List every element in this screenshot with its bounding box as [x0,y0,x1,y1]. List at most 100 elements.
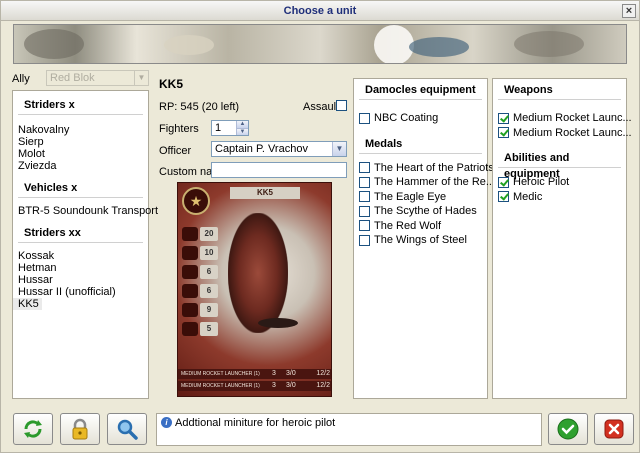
unit-list-item[interactable]: Sierp [13,136,148,148]
assault-checkbox[interactable] [336,100,347,111]
checkbox[interactable] [359,176,370,188]
checkbox[interactable] [498,176,509,188]
stat-icon [182,227,198,241]
title-bar: Choose a unit × [1,1,639,21]
spin-buttons[interactable]: ▲ ▼ [236,121,248,135]
ability-item[interactable]: Medic [493,190,626,205]
card-weapon-v1: 3 [272,370,276,377]
damocles-title: Damocles equipment [365,84,476,96]
checkbox-label: The Wings of Steel [374,234,467,247]
unit-name: KK5 [159,77,184,91]
info-icon: i [161,417,172,428]
stat-value: 6 [200,284,218,298]
choose-unit-window: Choose a unit × Ally Red Blok ▼ Striders… [0,0,640,453]
custom-name-input[interactable] [211,162,347,178]
ally-label: Ally [12,73,30,85]
cancel-button[interactable] [594,413,634,445]
fighters-value: 1 [215,122,222,134]
stat-icon [182,246,198,260]
unit-list-item[interactable]: KK5 [13,298,42,310]
checkbox[interactable] [498,112,509,124]
card-name: KK5 [230,187,300,199]
checkbox[interactable] [498,191,509,203]
stat-value: 6 [200,265,218,279]
strider-figure [228,213,288,333]
checkbox[interactable] [359,205,370,217]
stat-value: 5 [200,322,218,336]
ability-item[interactable]: Heroic Pilot [493,175,626,190]
refresh-icon [24,420,42,438]
checkbox-label: The Scythe of Hades [374,205,477,218]
unit-list-item[interactable]: Zviezda [13,160,148,172]
close-icon[interactable]: × [622,4,636,18]
ally-value: Red Blok [50,72,95,84]
medal-item[interactable]: The Red Wolf [354,219,487,234]
search-button[interactable] [107,413,147,445]
weapon-item[interactable]: Medium Rocket Launc... [493,111,632,126]
ok-button[interactable] [548,413,588,445]
unit-section-title: Striders xx [24,227,81,239]
unit-list-item[interactable]: Molot [13,148,148,160]
fighters-label: Fighters [159,123,199,135]
checkbox[interactable] [359,162,370,174]
chevron-down-icon[interactable]: ▼ [332,142,346,156]
card-weapon-v1: 3 [272,382,276,389]
medal-item[interactable]: The Eagle Eye [354,190,487,205]
card-weapon-row: MEDIUM ROCKET LAUNCHER (1) 3 3/0 12/2 [178,369,331,379]
weapon-item[interactable]: Medium Rocket Launc... [493,126,632,141]
checkbox[interactable] [359,191,370,203]
window-title: Choose a unit [283,5,357,17]
stat-value: 20 [200,227,218,241]
card-weapon-v2: 3/0 [286,382,296,389]
checkbox-label: The Heart of the Patriots [374,161,494,174]
checkbox-label: The Eagle Eye [374,190,447,203]
unit-list-item[interactable]: Hetman [13,262,148,274]
banner-image [13,24,627,64]
officer-select[interactable]: Captain P. Vrachov ▼ [211,141,347,157]
spin-down-icon[interactable]: ▼ [237,128,248,135]
card-weapon-rows: MEDIUM ROCKET LAUNCHER (1) 3 3/0 12/2 MEDIUM… [178,369,331,393]
unit-list-item[interactable]: Hussar II (unofficial) [13,286,148,298]
checkbox-label: NBC Coating [374,112,439,125]
checkbox[interactable] [498,127,509,139]
cancel-icon [604,419,624,439]
spin-up-icon[interactable]: ▲ [237,121,248,128]
checkbox[interactable] [359,220,370,232]
equipment-panel: Damocles equipment NBC Coating Medals Th… [353,78,495,399]
medals-title: Medals [365,137,403,150]
checkbox-label: The Red Wolf [374,219,442,232]
medal-item[interactable]: The Heart of the Patriots [354,161,494,176]
stat-icon [182,284,198,298]
unit-section-title: Striders x [24,99,75,111]
officer-value: Captain P. Vrachov [215,143,308,155]
unit-list: Striders x Nakovalny Sierp Molot Zviezda Vehi… [12,90,158,399]
stat-value: 9 [200,303,218,317]
rp-text: RP: 545 (20 left) [159,101,240,113]
card-weapon-name: MEDIUM ROCKET LAUNCHER (1) [181,371,260,377]
stat-icon [182,303,198,317]
unit-list-item[interactable]: Kossak [13,250,148,262]
checkbox-label: Heroic Pilot [513,176,570,189]
card-weapon-v2: 3/0 [286,370,296,377]
unit-list-item[interactable]: Hussar [13,274,148,286]
ok-icon [557,418,579,440]
medal-item[interactable]: The Hammer of the Re... [354,175,495,190]
stat-value: 10 [200,246,218,260]
checkbox[interactable] [359,112,370,124]
ally-select: Red Blok ▼ [46,70,149,86]
refresh-button[interactable] [13,413,53,445]
unit-list-item[interactable]: BTR-5 Soundounk Transport [13,205,158,217]
medal-item[interactable]: The Wings of Steel [354,233,487,248]
card-weapon-v3: 12/2 [316,370,330,377]
unit-card-image: ★ KK5 20 10 6 6 9 5 MEDIUM ROCKET LAUNCHER (1… [177,182,332,397]
unit-list-item[interactable]: Nakovalny [13,124,148,136]
stat-icon [182,322,198,336]
checkbox-label: Medium Rocket Launc... [513,126,632,139]
medal-item[interactable]: The Scythe of Hades [354,204,487,219]
checkbox[interactable] [359,234,370,246]
lock-button[interactable] [60,413,100,445]
damocles-item[interactable]: NBC Coating [354,111,487,126]
star-emblem-icon: ★ [182,187,210,215]
checkbox-label: Medic [513,190,543,203]
fighters-stepper[interactable]: 1 ▲ ▼ [211,120,249,136]
